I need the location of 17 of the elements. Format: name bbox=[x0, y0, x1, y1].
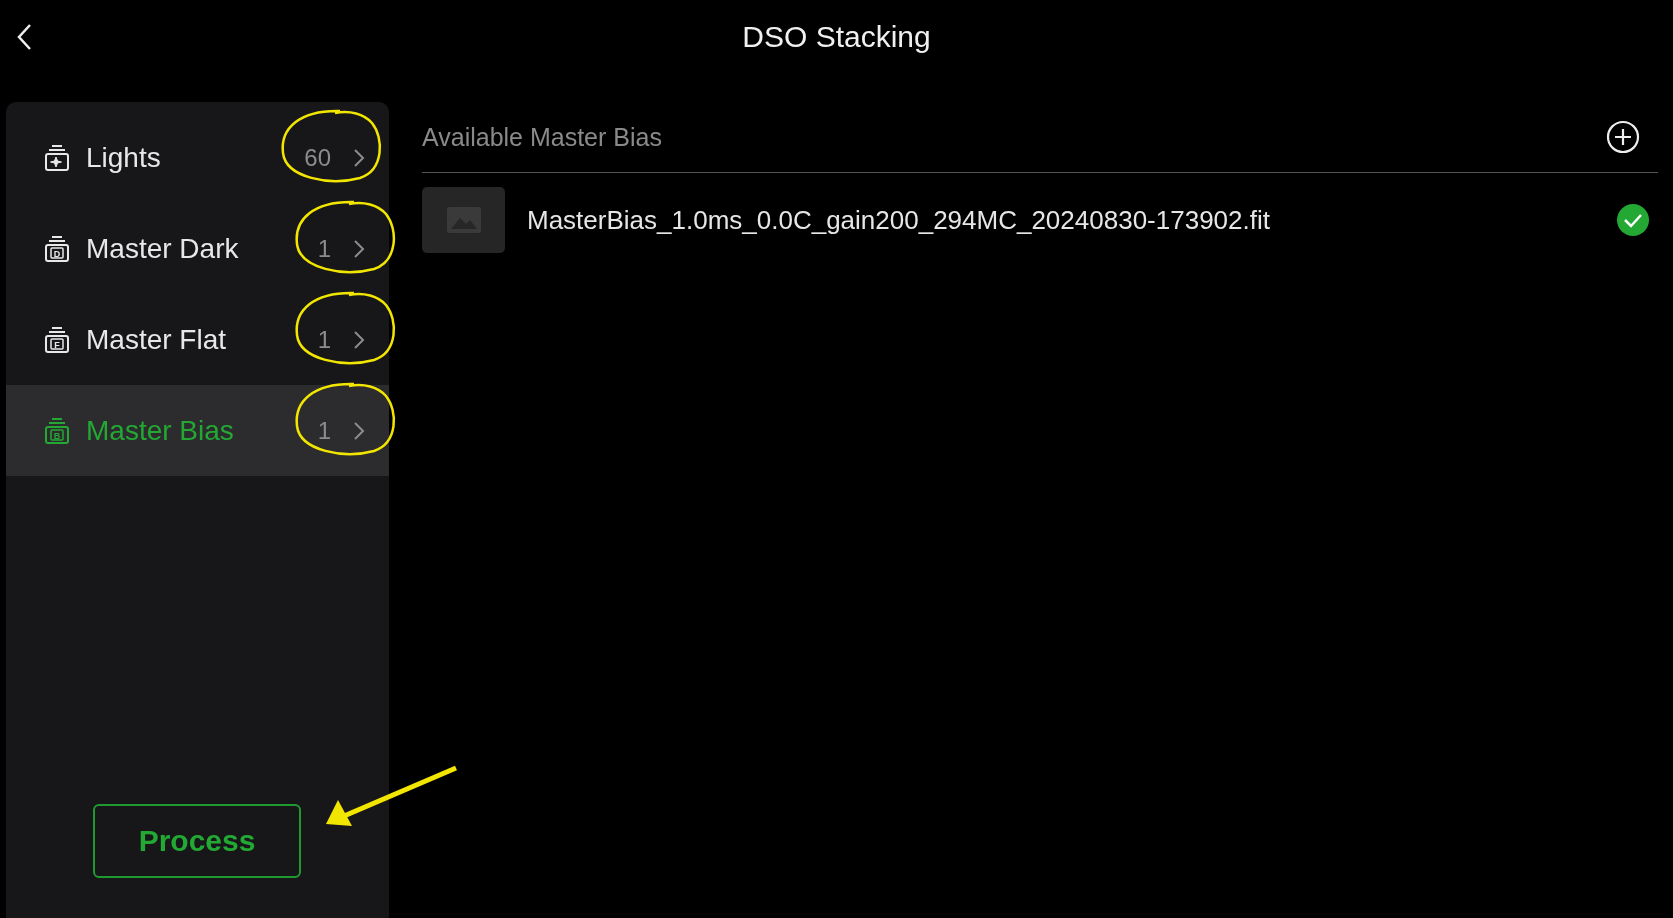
file-name: MasterBias_1.0ms_0.0C_gain200_294MC_20240830-173902.fit bbox=[527, 204, 1271, 236]
chevron-right-icon bbox=[353, 238, 365, 259]
item-count: 1 bbox=[317, 325, 331, 354]
sidebar-item[interactable]: F Master Flat 1 bbox=[6, 294, 389, 385]
item-count: 1 bbox=[317, 416, 331, 445]
item-count: 60 bbox=[304, 143, 331, 172]
sparkle-stack-icon bbox=[44, 143, 70, 172]
add-button[interactable] bbox=[1606, 120, 1640, 154]
chevron-right-icon bbox=[353, 329, 365, 350]
item-count: 1 bbox=[317, 234, 331, 263]
chevron-right-icon bbox=[353, 147, 365, 168]
section-heading: Available Master Bias bbox=[422, 122, 662, 152]
sidebar-item[interactable]: Lights 60 bbox=[6, 112, 389, 203]
chevron-right-icon bbox=[353, 420, 365, 441]
screen-title: DSO Stacking bbox=[742, 20, 931, 53]
sidebar-item[interactable]: D Master Dark 1 bbox=[6, 203, 389, 294]
process-button[interactable]: Process bbox=[93, 804, 301, 878]
